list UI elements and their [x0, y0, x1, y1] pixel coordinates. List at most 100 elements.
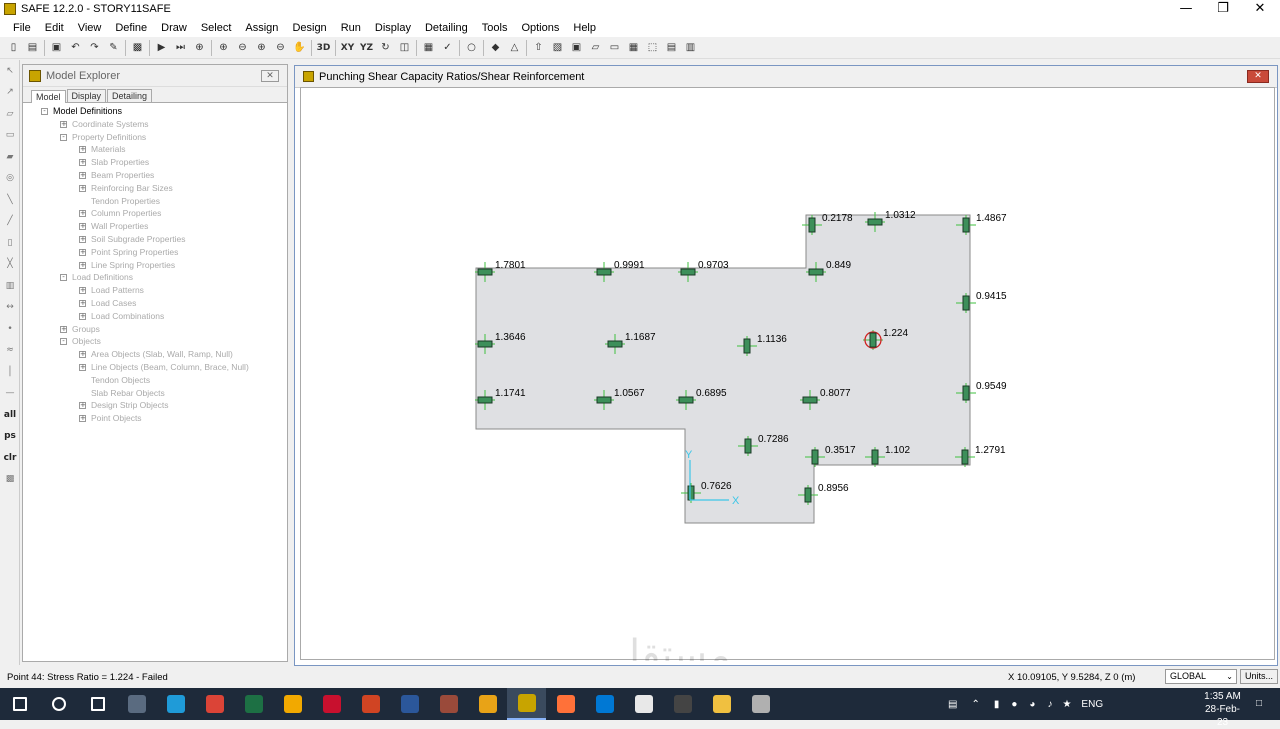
language-indicator[interactable]: ENG: [1081, 699, 1103, 710]
tree-node[interactable]: + Load Combinations: [23, 310, 287, 323]
expand-icon[interactable]: +: [79, 159, 86, 167]
battery-icon[interactable]: ▮: [994, 699, 1000, 710]
notification-icon[interactable]: □: [1256, 698, 1268, 710]
tree-node[interactable]: + Point Spring Properties: [23, 246, 287, 259]
redo-icon[interactable]: ↷: [85, 38, 104, 57]
app4-icon[interactable]: [741, 688, 780, 720]
tree-node[interactable]: + Load Cases: [23, 297, 287, 310]
tree-node[interactable]: - Objects: [23, 335, 287, 348]
collapse-icon[interactable]: -: [41, 108, 48, 115]
column-icon[interactable]: ▯: [0, 232, 20, 254]
menu-file[interactable]: File: [6, 22, 38, 34]
select-intersect-icon[interactable]: ▩: [0, 469, 20, 491]
maximize-button[interactable]: ❐: [1204, 0, 1242, 18]
tree-node[interactable]: + Line Spring Properties: [23, 259, 287, 272]
tree-node[interactable]: + Line Objects (Beam, Column, Brace, Null…: [23, 361, 287, 374]
expand-icon[interactable]: +: [79, 299, 86, 307]
tab-model[interactable]: Model: [31, 90, 66, 103]
autocad-icon[interactable]: [312, 688, 351, 720]
task-view-icon[interactable]: [78, 688, 117, 720]
grid-icon[interactable]: ▦: [624, 38, 643, 57]
tree-node[interactable]: + Reinforcing Bar Sizes: [23, 182, 287, 195]
outlook-icon[interactable]: [585, 688, 624, 720]
brace-icon[interactable]: ╳: [0, 254, 20, 276]
fill-icon[interactable]: ◆: [486, 38, 505, 57]
line-icon[interactable]: ╲: [0, 189, 20, 211]
expand-icon[interactable]: +: [79, 210, 86, 218]
tree-node[interactable]: + Design Strip Objects: [23, 399, 287, 412]
select-box-icon[interactable]: ⬚: [643, 38, 662, 57]
usb-icon[interactable]: ★: [1062, 699, 1071, 710]
point-icon[interactable]: •: [0, 318, 20, 340]
table2-icon[interactable]: ▥: [681, 38, 700, 57]
select-ps-button[interactable]: ps: [0, 426, 20, 448]
excel-icon[interactable]: [234, 688, 273, 720]
slab-icon[interactable]: ▱: [586, 38, 605, 57]
tree-node[interactable]: + Soil Subgrade Properties: [23, 233, 287, 246]
menu-options[interactable]: Options: [514, 22, 566, 34]
expand-icon[interactable]: +: [79, 287, 86, 295]
select-clr-button[interactable]: clr: [0, 447, 20, 469]
tree-node[interactable]: + Point Objects: [23, 412, 287, 425]
menu-design[interactable]: Design: [285, 22, 333, 34]
expand-icon[interactable]: +: [79, 248, 86, 256]
pointer-icon[interactable]: ↖: [0, 60, 20, 82]
save-icon[interactable]: ▣: [47, 38, 66, 57]
close-explorer-button[interactable]: ✕: [261, 70, 279, 82]
tab-detailing[interactable]: Detailing: [107, 89, 153, 102]
circle-area-icon[interactable]: ◎: [0, 168, 20, 190]
tree-node[interactable]: + Column Properties: [23, 207, 287, 220]
zoom-out-icon[interactable]: ⊖: [233, 38, 252, 57]
collapse-icon[interactable]: -: [60, 133, 67, 141]
up-arrow-icon[interactable]: ⇧: [529, 38, 548, 57]
collapse-icon[interactable]: -: [60, 274, 67, 282]
zoom-extents-icon[interactable]: ⊕: [252, 38, 271, 57]
quad-icon[interactable]: ▰: [0, 146, 20, 168]
area-icon[interactable]: ▱: [0, 103, 20, 125]
tab-display[interactable]: Display: [66, 89, 107, 102]
view-yz-button[interactable]: YZ: [357, 38, 376, 57]
menu-edit[interactable]: Edit: [38, 22, 71, 34]
menu-view[interactable]: View: [71, 22, 109, 34]
circle-icon[interactable]: ○: [462, 38, 481, 57]
tree-node[interactable]: + Materials: [23, 143, 287, 156]
units-button[interactable]: Units...: [1240, 669, 1278, 684]
expand-icon[interactable]: +: [79, 402, 86, 410]
menu-run[interactable]: Run: [334, 22, 368, 34]
zoom-in-icon[interactable]: ⊕: [214, 38, 233, 57]
safe-icon[interactable]: [507, 688, 546, 720]
etabs-icon[interactable]: [429, 688, 468, 720]
menu-help[interactable]: Help: [566, 22, 603, 34]
expand-icon[interactable]: +: [79, 184, 86, 192]
plan-drawing[interactable]: 0.2178 1.0312 1.4867 1.7801 0.9991 0.9703 0.84…: [301, 88, 1276, 678]
store-icon[interactable]: [273, 688, 312, 720]
clock[interactable]: 1:35 AM 28-Feb-23: [1200, 690, 1245, 729]
rotate-icon[interactable]: ↻: [376, 38, 395, 57]
tree-node[interactable]: + Load Patterns: [23, 284, 287, 297]
close-view-button[interactable]: ✕: [1247, 70, 1269, 83]
collapse-icon[interactable]: -: [60, 338, 67, 346]
display-icon[interactable]: ▧: [548, 38, 567, 57]
wifi-icon[interactable]: ◕: [1029, 699, 1035, 710]
menu-detailing[interactable]: Detailing: [418, 22, 475, 34]
expand-icon[interactable]: +: [79, 171, 86, 179]
menu-define[interactable]: Define: [108, 22, 154, 34]
volume-icon[interactable]: ♪: [1047, 699, 1052, 710]
coordinate-system-select[interactable]: GLOBAL ⌄: [1165, 669, 1237, 684]
tree-node[interactable]: Tendon Properties: [23, 195, 287, 208]
tree-node[interactable]: + Beam Properties: [23, 169, 287, 182]
triangle-icon[interactable]: △: [505, 38, 524, 57]
menu-tools[interactable]: Tools: [475, 22, 515, 34]
zoom-window-icon[interactable]: ⊕: [190, 38, 209, 57]
new-icon[interactable]: ▯: [4, 38, 23, 57]
chrome-icon[interactable]: [195, 688, 234, 720]
network-icon[interactable]: ●: [1011, 699, 1017, 710]
chevron-up-icon[interactable]: ⌃: [971, 699, 979, 710]
start-icon[interactable]: [0, 688, 39, 720]
wall-icon[interactable]: ▥: [0, 275, 20, 297]
news-icon[interactable]: ▤: [948, 699, 957, 710]
expand-icon[interactable]: +: [60, 325, 67, 333]
tree-node[interactable]: + Groups: [23, 323, 287, 336]
beam-draw-icon[interactable]: ╱: [0, 211, 20, 233]
rectangle-icon[interactable]: ▭: [0, 125, 20, 147]
